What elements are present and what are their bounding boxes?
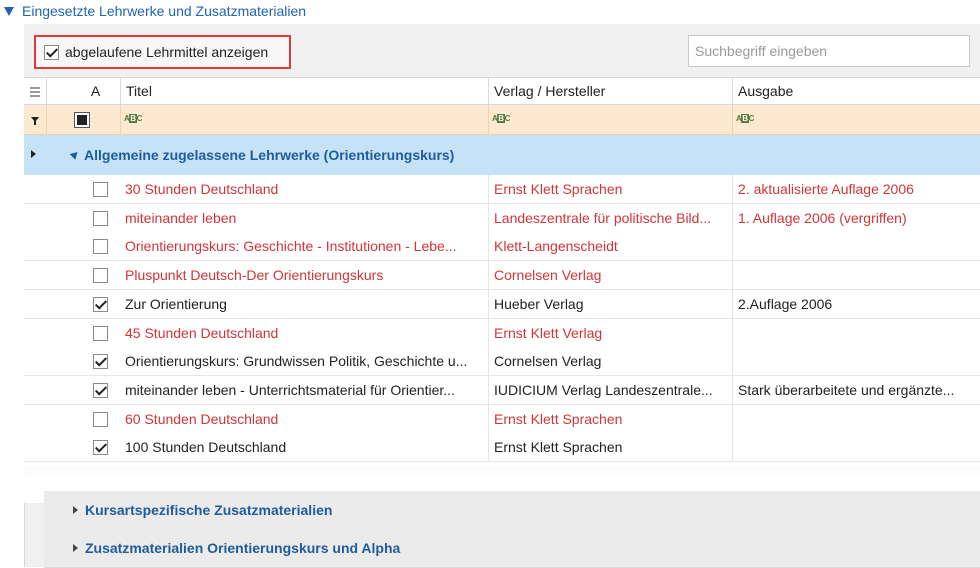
group-row-general[interactable]: Allgemeine zugelassene Lehrwerke (Orient… — [24, 135, 980, 175]
cell-edition — [732, 232, 976, 260]
cell-publisher: Ernst Klett Verlag — [488, 319, 728, 347]
subgroup-orientierungskurs-alpha[interactable]: Zusatzmaterialien Orientierungskurs und … — [44, 529, 980, 568]
materials-grid: A Titel Verlag / Hersteller Ausgabe ABC … — [24, 77, 980, 467]
table-row[interactable]: 60 Stunden Deutschland Ernst Klett Sprach… — [24, 405, 980, 434]
chevron-right-icon[interactable] — [73, 544, 78, 552]
filter-row: ABC ABC ABC — [24, 105, 980, 135]
cell-edition — [732, 319, 976, 347]
row-checkbox[interactable] — [93, 383, 108, 398]
cell-title: 60 Stunden Deutschland — [125, 411, 279, 427]
group-label: Allgemeine zugelassene Lehrwerke (Orient… — [84, 147, 455, 163]
filter-icon — [31, 117, 39, 125]
group-expanded-icon[interactable] — [69, 149, 81, 160]
section-header[interactable]: Eingesetzte Lehrwerke und Zusatzmaterial… — [0, 0, 980, 24]
show-expired-label: abgelaufene Lehrmittel anzeigen — [65, 44, 269, 60]
row-checkbox[interactable] — [93, 268, 108, 283]
row-checkbox[interactable] — [93, 326, 108, 341]
cell-publisher: Hueber Verlag — [488, 290, 728, 318]
cell-title: Pluspunkt Deutsch-Der Orientierungskurs — [125, 267, 384, 283]
cell-title: 30 Stunden Deutschland — [125, 181, 279, 197]
cell-title: Zur Orientierung — [125, 296, 227, 312]
column-header-title[interactable]: Titel — [120, 78, 488, 105]
chevron-right-icon[interactable] — [73, 506, 78, 514]
show-expired-toggle[interactable]: abgelaufene Lehrmittel anzeigen — [34, 35, 291, 69]
cell-publisher: Ernst Klett Sprachen — [488, 433, 728, 461]
table-row[interactable]: 30 Stunden Deutschland Ernst Klett Sprach… — [24, 175, 980, 204]
cell-title: Orientierungskurs: Geschichte - Institut… — [125, 238, 457, 254]
cell-publisher: Cornelsen Verlag — [488, 261, 728, 289]
cell-title: miteinander leben - Unterrichtsmaterial … — [125, 382, 455, 398]
cell-publisher: Klett-Langenscheidt — [488, 232, 728, 260]
table-row[interactable]: Orientierungskurs: Grundwissen Politik, … — [24, 347, 980, 376]
subgroup-kursartspezifisch[interactable]: Kursartspezifische Zusatzmaterialien — [44, 491, 980, 530]
row-checkbox[interactable] — [93, 412, 108, 427]
row-checkbox[interactable] — [93, 354, 108, 369]
subgroup-label: Zusatzmaterialien Orientierungskurs und … — [85, 540, 401, 556]
show-expired-checkbox[interactable] — [44, 44, 59, 60]
cell-edition: Stark überarbeitete und ergänzte... — [732, 376, 976, 404]
column-menu-icon[interactable] — [30, 87, 40, 97]
cell-publisher: Landeszentrale für politische Bild... — [488, 204, 728, 232]
cell-publisher: Cornelsen Verlag — [488, 347, 728, 375]
table-row[interactable]: miteinander leben Landeszentrale für poli… — [24, 204, 980, 233]
cell-edition — [732, 405, 976, 433]
cell-edition — [732, 433, 976, 461]
table-row[interactable]: Pluspunkt Deutsch-Der Orientierungskurs C… — [24, 261, 980, 290]
row-checkbox[interactable] — [93, 440, 108, 455]
section-title: Eingesetzte Lehrwerke und Zusatzmaterial… — [22, 3, 307, 19]
row-checkbox[interactable] — [93, 297, 108, 312]
table-row[interactable]: miteinander leben - Unterrichtsmaterial … — [24, 376, 980, 405]
table-row[interactable]: 45 Stunden Deutschland Ernst Klett Verlag — [24, 319, 980, 348]
cell-title: Orientierungskurs: Grundwissen Politik, … — [125, 353, 468, 369]
row-checkbox[interactable] — [93, 182, 108, 197]
search-input[interactable] — [688, 35, 970, 67]
text-filter-edition-icon[interactable]: ABC — [736, 114, 754, 123]
text-filter-publisher-icon[interactable]: ABC — [492, 114, 510, 123]
collapse-triangle-icon[interactable] — [4, 7, 14, 16]
row-checkbox[interactable] — [93, 211, 108, 226]
table-row[interactable]: Orientierungskurs: Geschichte - Institut… — [24, 232, 980, 261]
cell-edition: 1. Auflage 2006 (vergriffen) — [732, 204, 976, 232]
column-header-publisher[interactable]: Verlag / Hersteller — [488, 78, 732, 105]
grid-header-row: A Titel Verlag / Hersteller Ausgabe — [24, 77, 980, 105]
cell-edition: 2. aktualisierte Auflage 2006 — [732, 175, 976, 203]
cell-edition — [732, 261, 976, 289]
cell-edition: 2.Auflage 2006 — [732, 290, 976, 318]
subgroup-label: Kursartspezifische Zusatzmaterialien — [85, 502, 333, 518]
row-expand-icon[interactable] — [31, 150, 36, 158]
row-checkbox[interactable] — [93, 239, 108, 254]
cell-publisher: Ernst Klett Sprachen — [488, 405, 728, 433]
filter-a-checkbox[interactable] — [74, 112, 90, 128]
cell-title: 100 Stunden Deutschland — [125, 439, 287, 455]
cell-publisher: Ernst Klett Sprachen — [488, 175, 728, 203]
table-row[interactable]: 100 Stunden Deutschland Ernst Klett Sprac… — [24, 433, 980, 462]
cell-title: 45 Stunden Deutschland — [125, 325, 279, 341]
cell-title: miteinander leben — [125, 210, 237, 226]
text-filter-title-icon[interactable]: ABC — [124, 114, 142, 123]
cell-edition — [732, 347, 976, 375]
cell-publisher: IUDICIUM Verlag Landeszentrale... — [488, 376, 728, 404]
table-row[interactable]: Zur Orientierung Hueber Verlag 2.Auflage 2… — [24, 290, 980, 319]
column-header-edition[interactable]: Ausgabe — [732, 78, 980, 105]
